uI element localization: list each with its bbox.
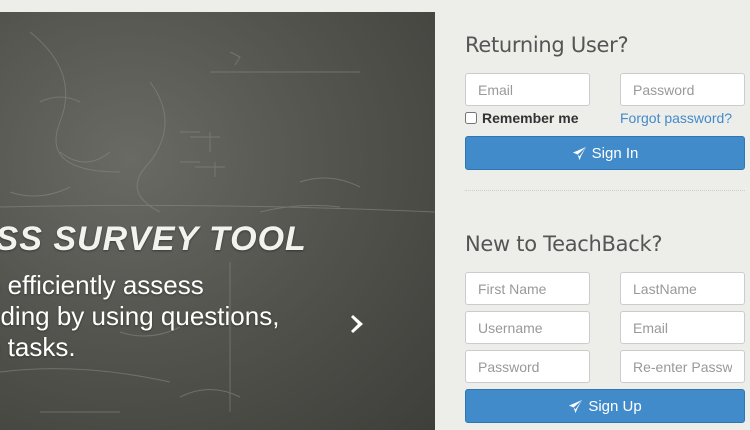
hero-text-line-3: p tasks. — [0, 332, 76, 362]
remember-me-label: Remember me — [482, 110, 579, 126]
sign-in-button[interactable]: Sign In — [465, 136, 745, 170]
signup-heading: New to TeachBack? — [465, 232, 663, 256]
login-heading: Returning User? — [465, 33, 629, 57]
section-divider — [465, 190, 745, 191]
paper-plane-icon — [569, 399, 583, 413]
reenter-password-input[interactable] — [620, 350, 745, 383]
username-input[interactable] — [465, 311, 590, 344]
sign-up-button[interactable]: Sign Up — [465, 389, 745, 423]
hero-carousel: ASS SURVEY TOOL o efficiently assess ndi… — [0, 12, 435, 430]
hero-title: ASS SURVEY TOOL — [0, 220, 307, 258]
signup-email-input[interactable] — [620, 311, 745, 344]
login-email-input[interactable] — [465, 73, 590, 106]
paper-plane-icon — [572, 146, 586, 160]
first-name-input[interactable] — [465, 272, 590, 305]
signup-password-input[interactable] — [465, 350, 590, 383]
last-name-input[interactable] — [620, 272, 745, 305]
remember-me-checkbox[interactable] — [465, 112, 477, 124]
login-password-input[interactable] — [620, 73, 745, 106]
hero-text-line-1: o efficiently assess — [0, 270, 204, 300]
sign-up-label: Sign Up — [588, 397, 642, 415]
chevron-right-icon[interactable] — [346, 312, 370, 336]
remember-me[interactable]: Remember me — [465, 110, 579, 126]
sign-in-label: Sign In — [591, 144, 639, 162]
forgot-password-link[interactable]: Forgot password? — [620, 110, 732, 126]
